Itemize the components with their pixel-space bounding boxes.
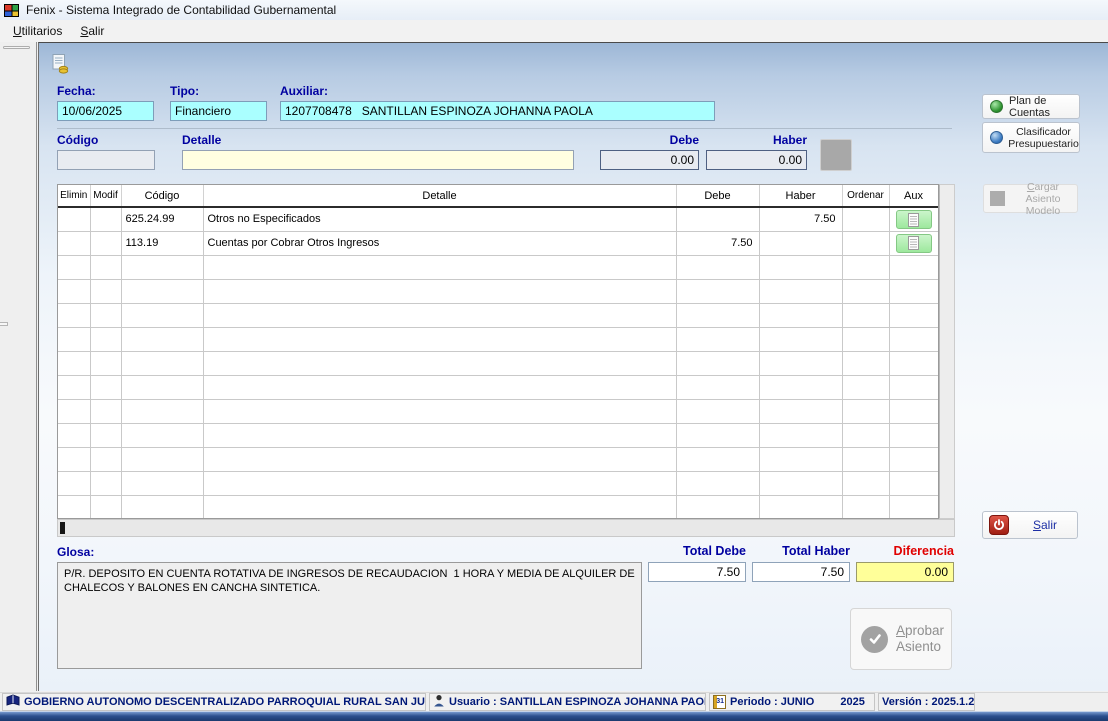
table-row-empty[interactable]: [58, 303, 938, 328]
status-user-text: Usuario : SANTILLAN ESPINOZA JOHANNA PAO…: [449, 696, 706, 708]
glosa-label: Glosa:: [57, 545, 95, 559]
book-icon: [6, 694, 20, 710]
column-header-elimin: Elimin: [58, 185, 91, 208]
table-row-empty[interactable]: [58, 375, 938, 400]
status-period-year: 2025: [840, 696, 865, 708]
gray-square-button[interactable]: [820, 139, 852, 171]
table-row[interactable]: 625.24.99 Otros no Especificados 7.50: [58, 207, 938, 232]
status-version-text: Versión : 2025.1.21: [882, 696, 975, 708]
table-row-empty[interactable]: [58, 399, 938, 424]
cargar-asiento-modelo-button[interactable]: Cargar Asiento Modelo: [983, 181, 1078, 217]
table-row-empty[interactable]: [58, 351, 938, 376]
table-row-empty[interactable]: [58, 327, 938, 352]
tipo-label: Tipo:: [170, 84, 200, 98]
taskbar-edge: [0, 711, 1108, 721]
blue-sphere-icon: [990, 131, 1003, 144]
glosa-textarea[interactable]: P/R. DEPOSITO EN CUENTA ROTATIVA DE INGR…: [57, 562, 642, 669]
clasificador-presupuestario-button[interactable]: Clasificador Presupuestario: [982, 122, 1080, 153]
left-side-panel: [0, 42, 37, 691]
plan-de-cuentas-label: Plan de Cuentas: [1009, 94, 1050, 119]
menu-salir[interactable]: Salir: [71, 21, 113, 41]
green-sphere-icon: [990, 100, 1003, 113]
table-row-empty[interactable]: [58, 255, 938, 280]
diferencia-field: 0.00: [856, 562, 954, 582]
debe-input[interactable]: 0.00: [600, 150, 699, 170]
clasificador-presupuestario-label: Clasificador Presupuestario: [1008, 125, 1079, 150]
fecha-input[interactable]: 10/06/2025: [57, 101, 154, 121]
title-bar: Fenix - Sistema Integrado de Contabilida…: [0, 0, 1108, 20]
diferencia-label: Diferencia: [893, 544, 954, 558]
divider: [57, 128, 952, 129]
debe-label: Debe: [669, 133, 699, 147]
table-vertical-scrollbar[interactable]: [939, 184, 955, 519]
gray-box-icon: [990, 191, 1005, 206]
app-icon: [4, 3, 20, 18]
column-header-modif: Modif: [90, 185, 122, 208]
status-period-text: Periodo : JUNIO: [730, 696, 815, 708]
fecha-label: Fecha:: [57, 84, 96, 98]
salir-label: Salir: [1032, 518, 1058, 532]
table-row[interactable]: 113.19 Cuentas por Cobrar Otros Ingresos 7…: [58, 231, 938, 256]
menu-bar: Utilitarios Salir: [0, 20, 1108, 42]
column-header-aux: Aux: [889, 185, 938, 208]
total-haber-field: 7.50: [752, 562, 850, 582]
column-header-ordenar: Ordenar: [842, 185, 890, 208]
salir-button[interactable]: Salir: [982, 511, 1078, 539]
table-row-empty[interactable]: [58, 471, 938, 496]
table-row-empty[interactable]: [58, 447, 938, 472]
panel-splitter[interactable]: [0, 322, 8, 326]
table-horizontal-scrollbar[interactable]: [57, 519, 955, 537]
detalle-label: Detalle: [182, 133, 222, 147]
column-header-codigo: Código: [121, 185, 204, 208]
total-debe-label: Total Debe: [683, 544, 746, 558]
aprobar-asiento-button[interactable]: Aprobar Asiento: [850, 608, 952, 670]
panel-grip[interactable]: [3, 46, 30, 49]
status-entity-text: GOBIERNO AUTONOMO DESCENTRALIZADO PARROQ…: [24, 696, 426, 708]
table-row-empty[interactable]: [58, 495, 938, 518]
total-haber-label: Total Haber: [782, 544, 850, 558]
codigo-input[interactable]: [57, 150, 155, 170]
detalle-input[interactable]: [182, 150, 574, 170]
scrollbar-caret: [60, 522, 65, 534]
total-debe-field: 7.50: [648, 562, 746, 582]
user-icon: [433, 694, 445, 710]
aprobar-asiento-label: Aprobar Asiento: [896, 623, 945, 654]
column-header-haber: Haber: [759, 185, 843, 208]
tipo-input[interactable]: Financiero: [170, 101, 267, 121]
plan-de-cuentas-button[interactable]: Plan de Cuentas: [982, 94, 1080, 119]
calendar-icon: 31: [713, 695, 726, 709]
auxiliar-input[interactable]: 1207708478 SANTILLAN ESPINOZA JOHANNA PA…: [280, 101, 715, 121]
status-version: Versión : 2025.1.21: [878, 693, 975, 711]
menu-utilitarios[interactable]: Utilitarios: [4, 21, 71, 41]
status-bar: GOBIERNO AUTONOMO DESCENTRALIZADO PARROQ…: [0, 692, 1108, 711]
haber-label: Haber: [772, 133, 807, 147]
status-entity: GOBIERNO AUTONOMO DESCENTRALIZADO PARROQ…: [2, 693, 426, 711]
main-panel: Fecha: Tipo: Auxiliar: 10/06/2025 Financ…: [38, 42, 1108, 691]
haber-input[interactable]: 0.00: [706, 150, 807, 170]
table-row-empty[interactable]: [58, 279, 938, 304]
entries-table: Elimin Modif Código Detalle Debe Haber O…: [57, 184, 939, 519]
status-period: 31 Periodo : JUNIO 2025: [709, 693, 875, 711]
report-icon[interactable]: [48, 51, 72, 75]
auxiliar-label: Auxiliar:: [280, 84, 329, 98]
column-header-debe: Debe: [676, 185, 760, 208]
table-row-empty[interactable]: [58, 423, 938, 448]
status-user: Usuario : SANTILLAN ESPINOZA JOHANNA PAO…: [429, 693, 706, 711]
column-header-detalle: Detalle: [203, 185, 677, 208]
aux-button[interactable]: [895, 233, 932, 253]
codigo-label: Código: [57, 133, 99, 147]
aux-button[interactable]: [895, 210, 932, 229]
window-title: Fenix - Sistema Integrado de Contabilida…: [26, 3, 337, 17]
app-window: Fenix - Sistema Integrado de Contabilida…: [0, 0, 1108, 721]
cargar-asiento-modelo-label: Cargar Asiento Modelo: [1025, 180, 1061, 217]
check-icon: [861, 625, 888, 653]
table-header-row: Elimin Modif Código Detalle Debe Haber O…: [58, 185, 938, 208]
power-icon: [989, 515, 1009, 535]
